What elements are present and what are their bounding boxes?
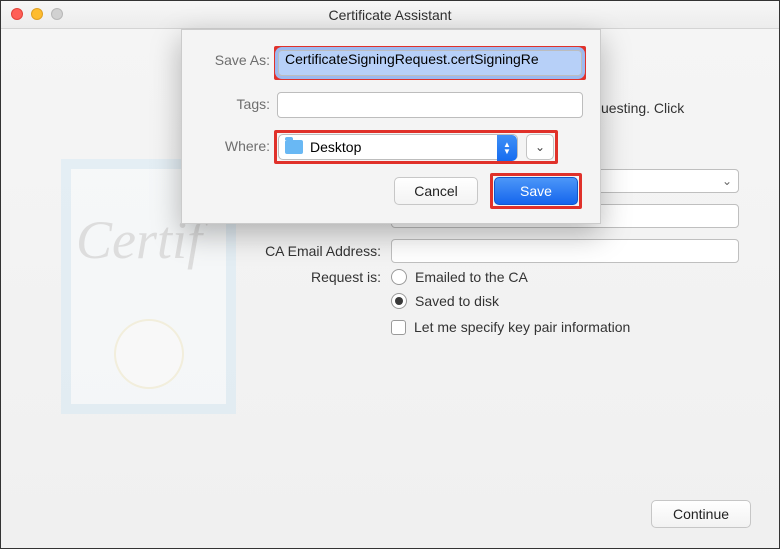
window-controls (11, 8, 63, 20)
checkbox-keypair[interactable] (391, 320, 406, 335)
titlebar: Certificate Assistant (1, 1, 779, 29)
save-button[interactable]: Save (494, 177, 578, 205)
where-select[interactable]: Desktop ▲▼ (278, 134, 518, 160)
chevron-down-icon: ⌄ (722, 174, 732, 188)
expand-button[interactable]: ⌄ (526, 134, 554, 160)
radio-emailed[interactable] (391, 269, 407, 285)
close-icon[interactable] (11, 8, 23, 20)
cancel-button[interactable]: Cancel (394, 177, 478, 205)
checkbox-keypair-label: Let me specify key pair information (414, 319, 630, 335)
folder-icon (285, 140, 303, 154)
saveas-highlight (274, 46, 586, 80)
chevron-down-icon: ⌄ (535, 140, 545, 154)
radio-emailed-label: Emailed to the CA (415, 269, 528, 285)
where-label: Where: (200, 138, 270, 154)
radio-saved[interactable] (391, 293, 407, 309)
continue-button[interactable]: Continue (651, 500, 751, 528)
saveas-input[interactable] (278, 50, 582, 76)
save-sheet: Save As: Tags: Where: Desktop (181, 29, 601, 224)
minimize-icon[interactable] (31, 8, 43, 20)
save-highlight: Save (490, 173, 582, 209)
tags-input[interactable] (277, 92, 583, 118)
saveas-text[interactable] (285, 51, 575, 67)
ca-email-input[interactable] (391, 239, 739, 263)
app-window: Certificate Assistant Certif uesting. Cl… (0, 0, 780, 549)
window-title: Certificate Assistant (1, 7, 779, 23)
ca-email-label: CA Email Address: (261, 243, 391, 259)
radio-saved-label: Saved to disk (415, 293, 499, 309)
where-value: Desktop (310, 139, 361, 155)
saveas-label: Save As: (200, 52, 270, 68)
zoom-icon (51, 8, 63, 20)
stepper-icon: ▲▼ (497, 135, 517, 161)
intro-text: uesting. Click (601, 99, 744, 119)
request-is-label: Request is: (261, 269, 391, 285)
seal-icon (114, 319, 184, 389)
tags-label: Tags: (200, 96, 270, 112)
where-highlight: Desktop ▲▼ ⌄ (274, 130, 558, 164)
